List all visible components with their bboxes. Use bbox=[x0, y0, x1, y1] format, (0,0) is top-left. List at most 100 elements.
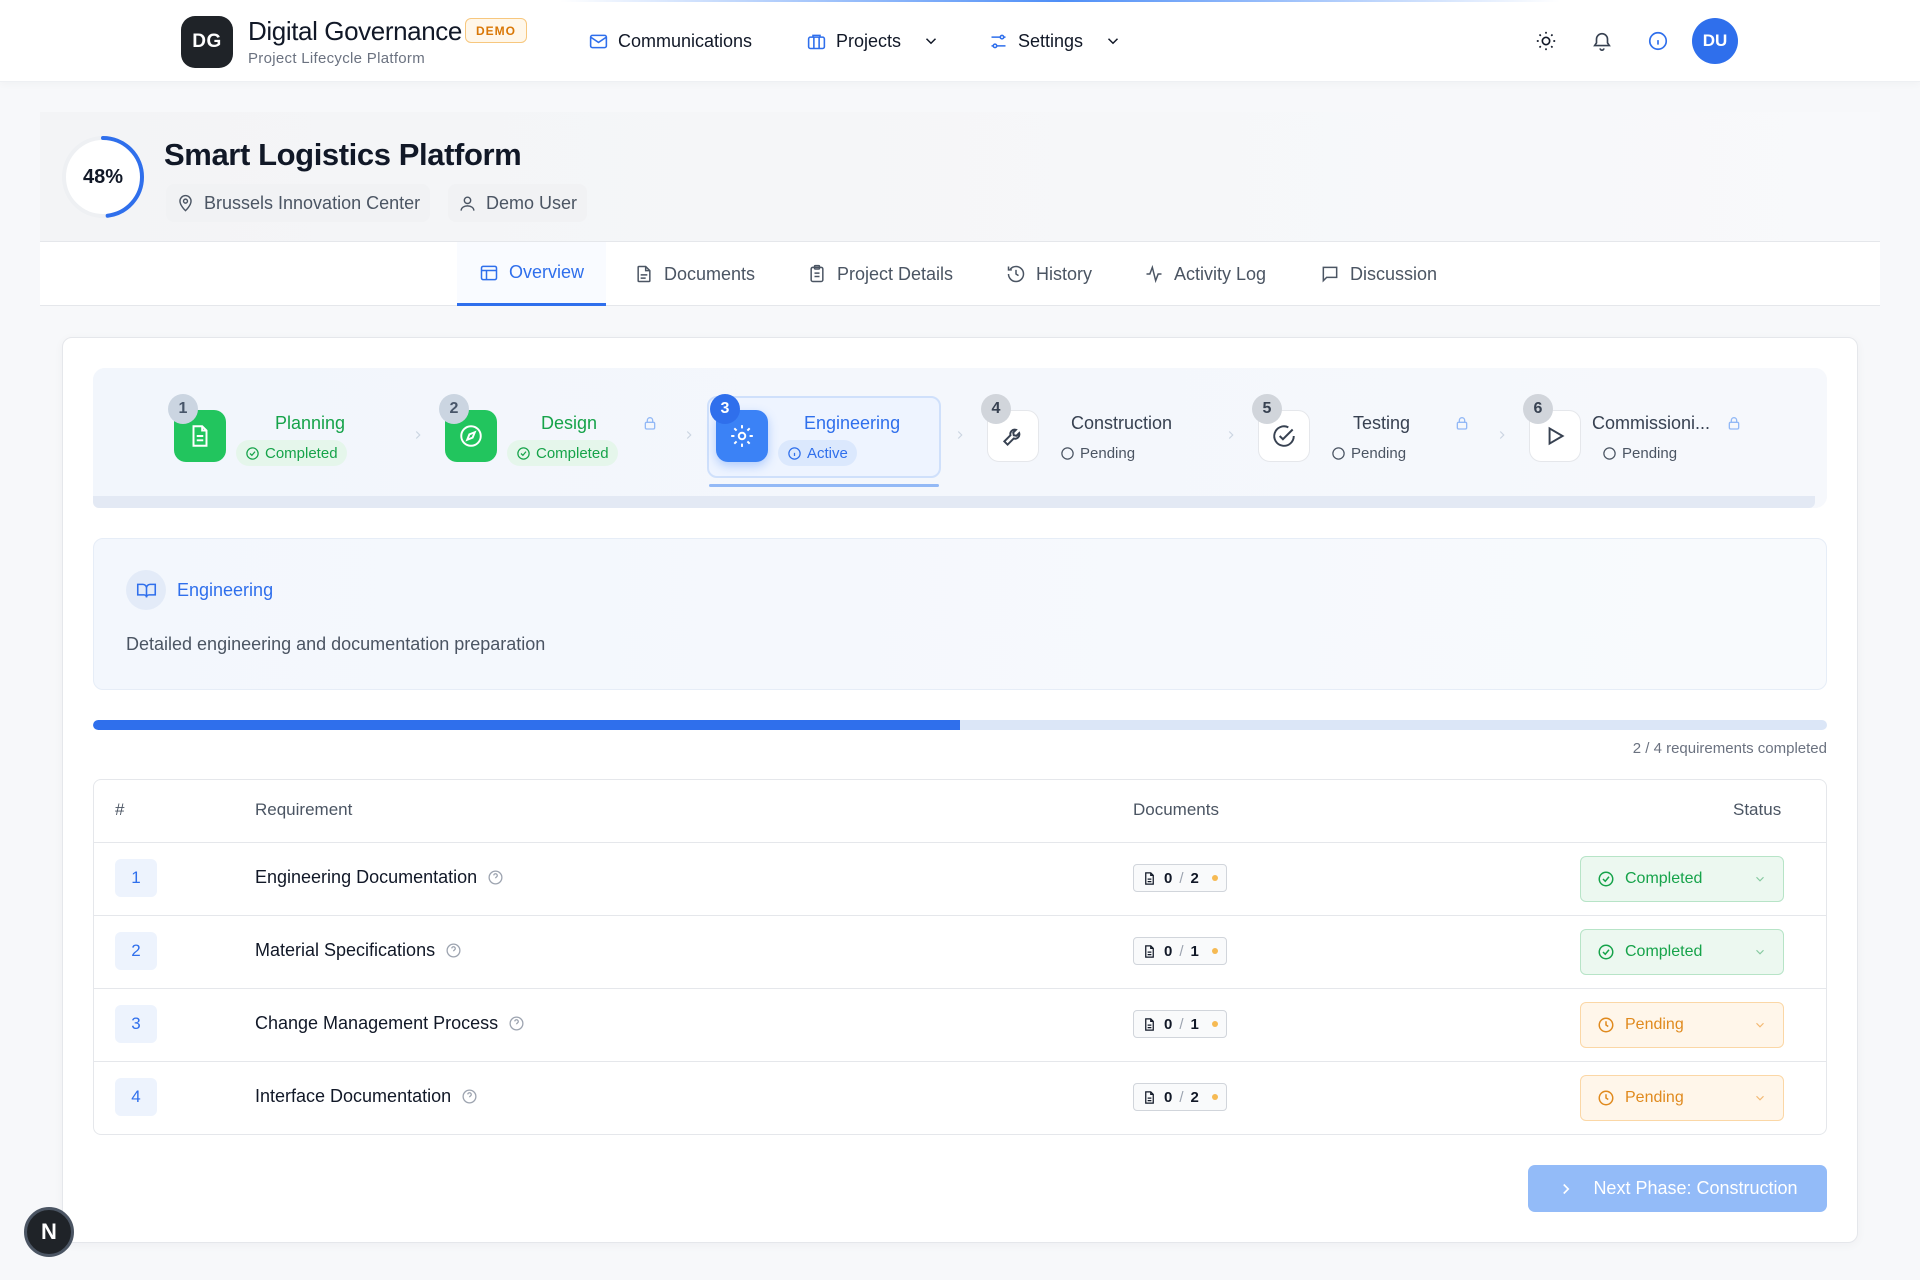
phase-name: Planning bbox=[275, 413, 346, 433]
status-select[interactable]: Completed bbox=[1580, 856, 1784, 902]
phase-commissioning[interactable]: 6 Commissioni... Pending bbox=[1523, 394, 1759, 488]
next-phase-button[interactable]: Next Phase: Construction bbox=[1528, 1165, 1827, 1212]
circle-icon bbox=[1061, 446, 1074, 460]
sun-icon bbox=[1536, 31, 1556, 51]
phase-status-label: Pending bbox=[1622, 444, 1678, 462]
phase-testing[interactable]: 5 Testing Pending bbox=[1252, 394, 1478, 488]
phase-number: 2 bbox=[439, 394, 469, 424]
documents-uploaded: 0 bbox=[1164, 1088, 1173, 1106]
info-icon bbox=[1648, 31, 1668, 51]
column-header-requirement: Requirement bbox=[255, 800, 353, 819]
help-circle-icon[interactable] bbox=[487, 869, 504, 886]
column-header-status: Status bbox=[1733, 800, 1782, 819]
row-number: 3 bbox=[115, 1005, 157, 1043]
phase-design[interactable]: 2 Design Completed bbox=[439, 394, 665, 488]
status-select[interactable]: Completed bbox=[1580, 929, 1784, 975]
phase-planning[interactable]: 1 Planning Completed bbox=[168, 394, 384, 488]
file-icon bbox=[1145, 1017, 1154, 1031]
info-button[interactable] bbox=[1645, 28, 1671, 54]
nav-communications-label: Communications bbox=[618, 30, 753, 51]
requirement-name-label: Engineering Documentation bbox=[255, 867, 478, 887]
nav-communications[interactable]: Communications bbox=[588, 27, 752, 55]
phase-name: Commissioni... bbox=[1592, 413, 1711, 433]
app-logo[interactable]: DG bbox=[181, 16, 233, 68]
phase-engineering[interactable]: 3 Engineering Active bbox=[710, 394, 926, 488]
status-dot bbox=[1211, 948, 1218, 954]
nav-settings[interactable]: Settings bbox=[988, 27, 1122, 55]
chevron-down-icon bbox=[1108, 38, 1119, 45]
document-count-chip[interactable]: 0 / 1 bbox=[1133, 1010, 1227, 1038]
chevron-down-icon bbox=[1756, 876, 1764, 882]
help-circle-icon[interactable] bbox=[461, 1088, 478, 1105]
phase-name: Construction bbox=[1071, 413, 1173, 433]
phase-status-badge: Completed bbox=[507, 440, 618, 466]
nav-projects[interactable]: Projects bbox=[806, 27, 940, 55]
app-title: Digital Governance bbox=[248, 16, 462, 46]
document-count-chip[interactable]: 0 / 1 bbox=[1133, 937, 1227, 965]
nav-settings-label: Settings bbox=[1018, 30, 1084, 51]
theme-toggle-button[interactable] bbox=[1533, 28, 1559, 54]
next-phase-label: Next Phase: Construction bbox=[1593, 1178, 1798, 1198]
chevron-down-icon bbox=[1756, 949, 1764, 955]
documents-separator: / bbox=[1179, 942, 1184, 960]
documents-separator: / bbox=[1179, 1015, 1184, 1033]
status-select-value: Pending bbox=[1625, 1089, 1684, 1106]
documents-separator: / bbox=[1179, 869, 1184, 887]
help-circle-icon[interactable] bbox=[445, 942, 462, 959]
notifications-button[interactable] bbox=[1589, 28, 1615, 54]
phase-name: Design bbox=[541, 413, 598, 433]
user-avatar[interactable]: DU bbox=[1692, 18, 1738, 64]
user-icon bbox=[460, 195, 475, 211]
phase-number: 5 bbox=[1252, 394, 1282, 424]
stepper-track bbox=[93, 496, 1815, 508]
file-icon bbox=[1145, 944, 1154, 958]
row-number: 2 bbox=[115, 932, 157, 970]
chevron-right-icon bbox=[1228, 431, 1234, 439]
row-number: 1 bbox=[115, 859, 157, 897]
documents-required: 1 bbox=[1190, 1015, 1199, 1033]
requirements-progress-label: 2 / 4 requirements completed bbox=[1632, 740, 1827, 757]
clock-icon bbox=[1598, 1017, 1614, 1033]
phase-status-label: Active bbox=[807, 444, 848, 462]
documents-separator: / bbox=[1179, 1088, 1184, 1106]
info-icon bbox=[788, 446, 801, 460]
phase-status-badge: Pending bbox=[1331, 440, 1415, 466]
mail-icon bbox=[589, 34, 608, 48]
tab-project-details[interactable]: Project Details bbox=[785, 242, 975, 306]
document-count-chip[interactable]: 0 / 2 bbox=[1133, 1083, 1227, 1111]
requirement-name: Change Management Process bbox=[255, 1013, 525, 1034]
status-select[interactable]: Pending bbox=[1580, 1002, 1784, 1048]
tab-activity-log[interactable]: Activity Log bbox=[1122, 242, 1288, 306]
phase-info-title: Engineering bbox=[177, 580, 274, 600]
circle-icon bbox=[1603, 446, 1616, 460]
bell-icon bbox=[1593, 32, 1611, 51]
chevron-right-icon bbox=[686, 431, 692, 439]
phase-status-badge: Pending bbox=[1602, 440, 1686, 466]
file-icon bbox=[1145, 1090, 1154, 1104]
tab-discussion-label: Discussion bbox=[1350, 263, 1438, 284]
status-select[interactable]: Pending bbox=[1580, 1075, 1784, 1121]
project-title: Smart Logistics Platform bbox=[164, 137, 522, 172]
clock-icon bbox=[1598, 1090, 1614, 1106]
chevron-right-icon bbox=[957, 431, 963, 439]
chevron-down-icon bbox=[1756, 1022, 1764, 1028]
tab-history-label: History bbox=[1036, 263, 1093, 284]
tab-discussion[interactable]: Discussion bbox=[1298, 242, 1459, 306]
tab-history[interactable]: History bbox=[984, 242, 1114, 306]
phase-construction[interactable]: 4 Construction Pending bbox=[981, 394, 1207, 488]
status-dot bbox=[1211, 1021, 1218, 1027]
chevron-right-icon bbox=[1563, 1183, 1570, 1194]
tab-overview[interactable]: Overview bbox=[457, 242, 607, 306]
help-circle-icon[interactable] bbox=[508, 1015, 525, 1032]
tab-documents[interactable]: Documents bbox=[612, 242, 777, 306]
document-count-chip[interactable]: 0 / 2 bbox=[1133, 864, 1227, 892]
dev-tools-button[interactable]: N bbox=[24, 1207, 74, 1257]
map-pin-icon bbox=[179, 194, 192, 212]
phase-number: 4 bbox=[981, 394, 1011, 424]
file-icon bbox=[1145, 871, 1154, 885]
phase-number: 3 bbox=[710, 394, 740, 424]
documents-required: 2 bbox=[1190, 1088, 1199, 1106]
demo-badge: DEMO bbox=[465, 18, 527, 43]
chevron-down-icon bbox=[926, 38, 937, 45]
status-dot bbox=[1211, 875, 1218, 881]
